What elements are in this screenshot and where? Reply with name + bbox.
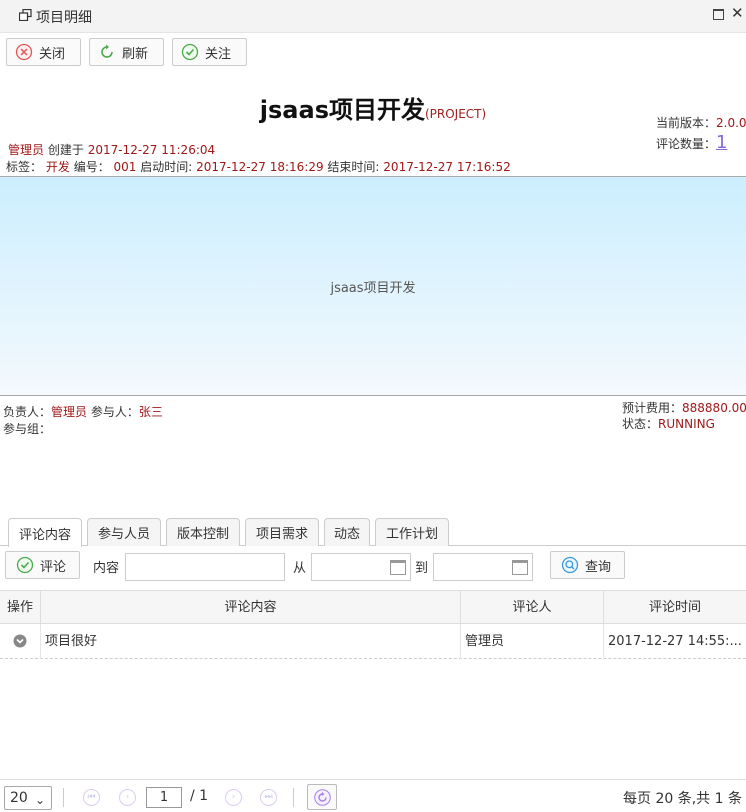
start-time: 2017-12-27 18:16:29 xyxy=(196,160,324,174)
pagination-info: 每页 20 条,共 1 条 xyxy=(623,791,742,807)
tab-activity[interactable]: 动态 xyxy=(324,518,370,546)
window-title: 项目明细 xyxy=(36,10,92,26)
tab-participants[interactable]: 参与人员 xyxy=(87,518,161,546)
tab-comments[interactable]: 评论内容 xyxy=(8,518,82,547)
row-author-cell: 管理员 xyxy=(461,624,604,659)
pagination-bar: 20 ⌄ ⏮ ‹ 1 / 1 › ⏭ 每页 20 条,共 1 条 xyxy=(0,779,746,812)
start-label: 启动时间: xyxy=(140,160,193,174)
creator-line: 管理员 创建于 2017-12-27 11:26:04 xyxy=(8,141,215,158)
to-label: 到 xyxy=(415,561,429,576)
chevron-down-icon: ⌄ xyxy=(34,793,45,807)
tab-requirements[interactable]: 项目需求 xyxy=(245,518,319,546)
column-header-time[interactable]: 评论时间 xyxy=(604,591,746,624)
owner-value: 管理员 xyxy=(51,405,88,419)
search-icon xyxy=(561,556,579,574)
pager-divider xyxy=(63,788,64,807)
end-label: 结束时间: xyxy=(327,160,380,174)
toolbar: 关闭 刷新 关注 xyxy=(0,33,746,73)
created-label: 创建于 xyxy=(47,143,84,157)
project-subtitle: (PROJECT) xyxy=(424,107,487,121)
row-content-cell: 项目很好 xyxy=(41,624,461,659)
group-label: 参与组： xyxy=(3,422,52,436)
status-label: 状态： xyxy=(622,417,659,431)
pager-divider xyxy=(293,788,294,807)
add-comment-button[interactable]: 评论 xyxy=(5,551,80,579)
query-button[interactable]: 查询 xyxy=(550,551,625,579)
comment-filter-bar: 评论 内容 从 到 查询 xyxy=(0,547,746,589)
close-window-icon[interactable]: ✕ xyxy=(731,6,744,21)
tag-value: 开发 xyxy=(45,160,70,174)
project-banner: jsaas项目开发 xyxy=(0,176,746,396)
add-comment-label: 评论 xyxy=(40,559,67,575)
cost-label: 预计费用： xyxy=(622,401,683,415)
members-label: 参与人： xyxy=(90,405,139,419)
tag-label: 标签： xyxy=(6,160,43,174)
close-circle-icon xyxy=(15,43,33,61)
tab-version-control[interactable]: 版本控制 xyxy=(166,518,240,546)
column-header-author[interactable]: 评论人 xyxy=(461,591,604,624)
detail-tabs: 评论内容 参与人员 版本控制 项目需求 动态 工作计划 xyxy=(0,518,746,547)
comment-grid-header: 操作 评论内容 评论人 评论时间 xyxy=(0,590,746,624)
follow-button[interactable]: 关注 xyxy=(172,38,247,66)
people-info: 负责人：管理员 参与人：张三 参与组： xyxy=(3,404,163,438)
next-page-icon[interactable]: › xyxy=(225,789,242,806)
version-info: 当前版本：2.0.0. 评论数量：1 xyxy=(656,113,746,154)
version-value: 2.0.0. xyxy=(716,116,746,130)
cost-value: 888880.000 xyxy=(682,401,746,415)
row-time-cell: 2017-12-27 14:55:... xyxy=(608,634,742,649)
first-page-icon[interactable]: ⏮ xyxy=(83,789,100,806)
refresh-button-label: 刷新 xyxy=(122,46,149,62)
calendar-icon[interactable] xyxy=(512,560,528,575)
project-heading: jsaas项目开发(PROJECT) xyxy=(0,90,746,125)
end-time: 2017-12-27 17:16:52 xyxy=(383,160,511,174)
pager-refresh-button[interactable] xyxy=(307,784,337,810)
page-number-input[interactable]: 1 xyxy=(146,787,182,808)
from-label: 从 xyxy=(293,561,307,576)
prev-page-icon[interactable]: ‹ xyxy=(119,789,136,806)
status-value: RUNNING xyxy=(658,417,715,431)
window-icon xyxy=(19,9,32,21)
check-circle-icon xyxy=(181,43,199,61)
row-action-cell xyxy=(0,624,41,659)
creator-name: 管理员 xyxy=(8,143,45,157)
created-at: 2017-12-27 11:26:04 xyxy=(87,143,216,157)
query-button-label: 查询 xyxy=(585,559,612,575)
code-label: 编号： xyxy=(73,160,110,174)
close-button-label: 关闭 xyxy=(39,46,66,62)
tab-work-plan[interactable]: 工作计划 xyxy=(375,518,449,546)
fees-info: 预计费用：888880.000 状态：RUNNING xyxy=(622,400,746,432)
comment-count-link[interactable]: 1 xyxy=(716,132,727,153)
project-title: jsaas项目开发 xyxy=(259,96,425,124)
chevron-down-icon[interactable] xyxy=(13,634,27,648)
column-header-content[interactable]: 评论内容 xyxy=(41,591,461,624)
table-row[interactable]: 项目很好 管理员 2017-12-27 14:55:... xyxy=(0,624,746,659)
comment-count-label: 评论数量： xyxy=(656,137,717,151)
follow-button-label: 关注 xyxy=(205,46,232,62)
members-value: 张三 xyxy=(138,405,163,419)
project-meta-line: 标签： 开发 编号： 001 启动时间: 2017-12-27 18:16:29… xyxy=(6,158,511,175)
total-pages: / 1 xyxy=(190,788,209,804)
refresh-icon xyxy=(101,44,113,58)
close-button[interactable]: 关闭 xyxy=(6,38,81,66)
page-size-value: 20 xyxy=(10,790,28,806)
owner-label: 负责人： xyxy=(3,405,52,419)
maximize-icon[interactable] xyxy=(713,9,724,20)
window-titlebar: 项目明细 ✕ xyxy=(0,0,746,33)
content-input[interactable] xyxy=(125,553,285,581)
to-date-input[interactable] xyxy=(433,553,533,581)
version-label: 当前版本： xyxy=(656,116,717,130)
content-label: 内容 xyxy=(93,561,120,576)
check-circle-icon xyxy=(16,556,34,574)
column-header-action: 操作 xyxy=(0,591,41,624)
banner-text: jsaas项目开发 xyxy=(330,281,416,296)
refresh-icon xyxy=(313,788,331,806)
last-page-icon[interactable]: ⏭ xyxy=(260,789,277,806)
calendar-icon[interactable] xyxy=(390,560,406,575)
page-size-select[interactable]: 20 ⌄ xyxy=(4,786,52,810)
refresh-button[interactable]: 刷新 xyxy=(89,38,164,66)
from-date-input[interactable] xyxy=(311,553,411,581)
code-value: 001 xyxy=(113,160,137,174)
